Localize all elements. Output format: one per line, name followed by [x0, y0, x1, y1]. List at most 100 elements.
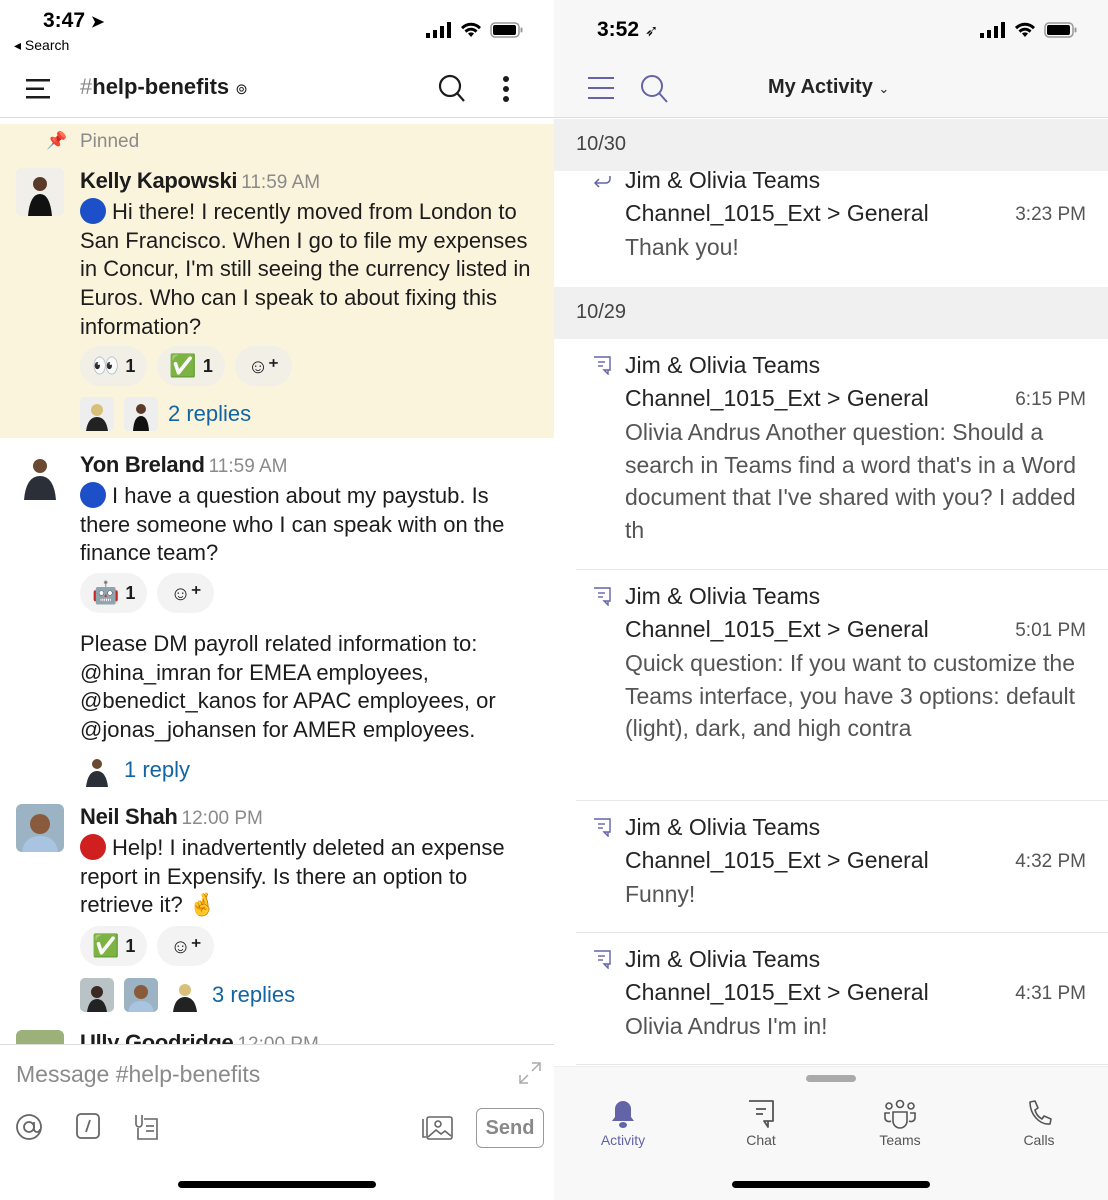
check-mark-icon: ✅	[92, 933, 120, 958]
message-text: I have a question about my paystub. Is t…	[80, 482, 540, 568]
avatar[interactable]	[16, 168, 64, 216]
author-name[interactable]: Neil Shah	[80, 804, 178, 829]
add-emoji-icon: ☺⁺	[170, 935, 202, 958]
reaction-count: 1	[125, 355, 136, 376]
replies-link[interactable]: 3 replies	[212, 982, 295, 1008]
message-text: Hi there! I recently moved from London t…	[80, 198, 540, 342]
attachment-icon[interactable]	[133, 1113, 159, 1141]
page-title: My Activity	[768, 76, 873, 98]
expand-icon[interactable]	[518, 1061, 542, 1085]
activity-item[interactable]: Jim & Olivia Teams Channel_1015_Ext > Ge…	[576, 933, 1108, 1065]
activity-time: 5:01 PM	[1015, 620, 1086, 641]
author-name[interactable]: Kelly Kapowski	[80, 168, 238, 193]
author-name[interactable]: Ully Goodridge	[80, 1030, 234, 1044]
reply-avatar	[80, 397, 114, 431]
search-icon[interactable]	[640, 74, 670, 104]
wifi-icon	[1015, 22, 1035, 37]
shared-channel-icon: ⊚	[235, 81, 248, 98]
wifi-icon	[461, 22, 481, 37]
reply-avatar	[80, 753, 114, 787]
activity-time: 6:15 PM	[1015, 389, 1086, 410]
bell-icon	[612, 1101, 634, 1128]
add-reaction-button[interactable]: ☺⁺	[157, 926, 215, 966]
photo-library-icon[interactable]	[420, 1113, 454, 1141]
blue-circle-icon	[80, 482, 106, 508]
timestamp: 12:00 PM	[181, 808, 263, 829]
channel-path: Channel_1015_Ext > General	[625, 847, 929, 873]
check-mark-icon: ✅	[169, 353, 197, 378]
reply-avatar	[80, 978, 114, 1012]
location-icon: ➶	[644, 23, 659, 40]
robot-icon: 🤖	[92, 580, 120, 605]
thread-replies[interactable]: 1 reply	[80, 753, 190, 787]
team-name: Jim & Olivia Teams	[625, 167, 821, 193]
reaction-count: 1	[125, 935, 136, 956]
reaction-eyes[interactable]: 👀 1	[80, 346, 148, 386]
add-reaction-button[interactable]: ☺⁺	[234, 346, 292, 386]
menu-icon[interactable]	[26, 78, 50, 100]
slash-command-icon[interactable]	[76, 1113, 100, 1139]
activity-item[interactable]: Jim & Olivia Teams Channel_1015_Ext > Ge…	[576, 167, 1108, 287]
activity-item[interactable]: Jim & Olivia Teams Channel_1015_Ext > Ge…	[576, 339, 1108, 570]
message-body: Help! I inadvertently deleted an expense…	[80, 835, 505, 918]
activity-time: 4:31 PM	[1015, 983, 1086, 1004]
avatar[interactable]	[16, 804, 64, 852]
pin-icon: 📌	[46, 131, 68, 150]
channel-title[interactable]: #help-benefits ⊚	[80, 74, 248, 100]
tab-calls[interactable]: Calls	[989, 1099, 1089, 1148]
thread-replies[interactable]: 3 replies	[80, 978, 295, 1012]
reaction-check[interactable]: ✅ 1	[157, 346, 225, 386]
timestamp: 11:59 AM	[241, 172, 321, 193]
reply-avatar	[168, 978, 202, 1012]
tab-chat[interactable]: Chat	[711, 1099, 811, 1148]
reaction-count: 1	[202, 355, 213, 376]
back-to-search[interactable]: ◂ Search	[14, 37, 69, 54]
tab-activity[interactable]: Activity	[573, 1099, 673, 1148]
menu-icon[interactable]	[588, 77, 614, 99]
reactions: ✅ 1 ☺⁺	[80, 926, 215, 966]
team-name: Jim & Olivia Teams	[625, 946, 821, 972]
activity-time: 4:32 PM	[1015, 851, 1086, 872]
reply-icon	[593, 176, 611, 188]
activity-preview: Funny!	[625, 881, 696, 907]
reactions: 🤖 1 ☺⁺	[80, 573, 215, 613]
message-header: Ully Goodridge12:00 PM	[80, 1030, 319, 1044]
avatar[interactable]	[16, 452, 64, 500]
team-name: Jim & Olivia Teams	[625, 352, 821, 378]
search-icon[interactable]	[438, 74, 466, 104]
team-name: Jim & Olivia Teams	[625, 814, 821, 840]
chat-icon	[749, 1100, 774, 1128]
reaction-check[interactable]: ✅ 1	[80, 926, 148, 966]
activity-item[interactable]: Jim & Olivia Teams Channel_1015_Ext > Ge…	[576, 570, 1108, 801]
add-emoji-icon: ☺⁺	[247, 355, 279, 378]
tab-label: Chat	[746, 1132, 776, 1148]
message-input[interactable]: Message #help-benefits	[16, 1061, 260, 1088]
status-time: 3:47 ➤	[43, 9, 104, 33]
send-button[interactable]: Send	[476, 1108, 544, 1148]
message-header: Yon Breland 11:59 AM	[80, 452, 288, 478]
location-icon: ➤	[90, 14, 105, 31]
replies-link[interactable]: 2 replies	[168, 401, 251, 427]
thread-replies[interactable]: 2 replies	[80, 397, 251, 431]
mention-icon[interactable]	[15, 1113, 43, 1141]
activity-preview: Olivia Andrus Another question: Should a…	[625, 419, 1076, 544]
status-time: 3:52 ➶	[597, 18, 658, 42]
channel-path: Channel_1015_Ext > General	[625, 616, 929, 642]
reply-avatar	[124, 397, 158, 431]
reaction-robot[interactable]: 🤖 1	[80, 573, 148, 613]
pinned-label: Pinned	[80, 131, 140, 152]
tab-label: Activity	[600, 1132, 646, 1148]
author-name[interactable]: Yon Breland	[80, 452, 205, 477]
tab-teams[interactable]: Teams	[850, 1099, 950, 1148]
reaction-count: 1	[125, 582, 136, 603]
activity-filter-dropdown[interactable]: My Activity ⌄	[768, 76, 889, 99]
more-options-icon[interactable]	[502, 76, 510, 102]
avatar[interactable]	[16, 1030, 64, 1044]
status-icons	[426, 22, 524, 38]
replies-link[interactable]: 1 reply	[124, 757, 190, 783]
teams-icon	[884, 1099, 916, 1129]
activity-preview: Quick question: If you want to customize…	[625, 650, 1076, 742]
add-reaction-button[interactable]: ☺⁺	[157, 573, 215, 613]
drag-handle[interactable]	[806, 1075, 856, 1082]
activity-item[interactable]: Jim & Olivia Teams Channel_1015_Ext > Ge…	[576, 801, 1108, 933]
